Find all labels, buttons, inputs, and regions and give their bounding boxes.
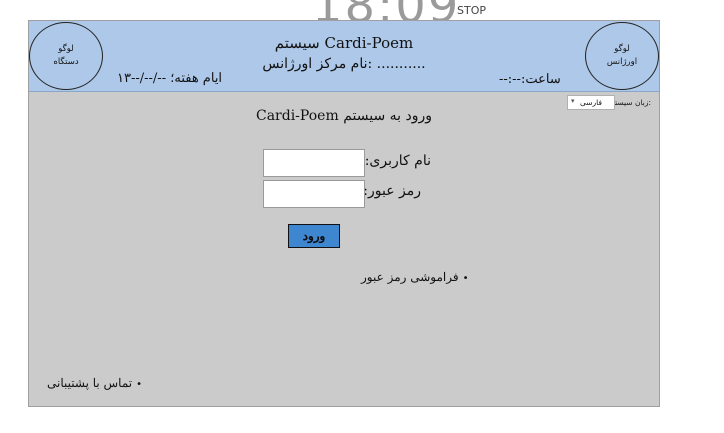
- contact-support-link[interactable]: • تماس با پشتیبانی: [47, 376, 142, 390]
- emergency-center-name: نام مرکز اورژانس: ...........: [262, 56, 426, 72]
- forgot-password-label[interactable]: فراموشی رمز عبور: [361, 270, 459, 284]
- language-selected: فارسی: [579, 98, 603, 107]
- weekday-date: ایام هفته؛ --/--/--۱۳: [117, 71, 223, 86]
- overlay-stop-label[interactable]: STOP: [457, 4, 486, 17]
- password-label: رمز عبور:: [363, 183, 421, 199]
- contact-support-label[interactable]: تماس با پشتیبانی: [47, 376, 132, 390]
- device-logo-line1: لوگو: [58, 44, 74, 54]
- chevron-down-icon[interactable]: ▾: [571, 97, 575, 105]
- login-heading: ورود به سیستم Cardi-Poem: [255, 108, 433, 124]
- header-clock: ساعت:--:--: [499, 72, 561, 87]
- emergency-logo-line2: اورژانس: [606, 57, 638, 67]
- language-select[interactable]: ▾ فارسی: [567, 95, 615, 110]
- bullet-icon: •: [462, 273, 469, 284]
- device-logo: لوگو دستگاه: [29, 22, 103, 90]
- language-label: زبان سیستم:: [610, 98, 651, 107]
- system-title: سیستم Cardi-Poem: [274, 34, 414, 52]
- emergency-logo-line1: لوگو: [614, 44, 630, 54]
- bullet-icon: •: [136, 379, 143, 390]
- header-bar: لوگو دستگاه سیستم Cardi-Poem نام مرکز او…: [29, 21, 659, 92]
- emergency-logo: لوگو اورژانس: [585, 22, 659, 90]
- forgot-password-link[interactable]: •فراموشی رمز عبور: [361, 270, 469, 284]
- username-label: نام کاربری:: [364, 153, 431, 169]
- app-window: لوگو دستگاه سیستم Cardi-Poem نام مرکز او…: [28, 20, 660, 407]
- password-input[interactable]: [263, 180, 365, 208]
- username-input[interactable]: [263, 149, 365, 177]
- login-button[interactable]: ورود: [288, 224, 340, 248]
- device-logo-line2: دستگاه: [53, 57, 79, 67]
